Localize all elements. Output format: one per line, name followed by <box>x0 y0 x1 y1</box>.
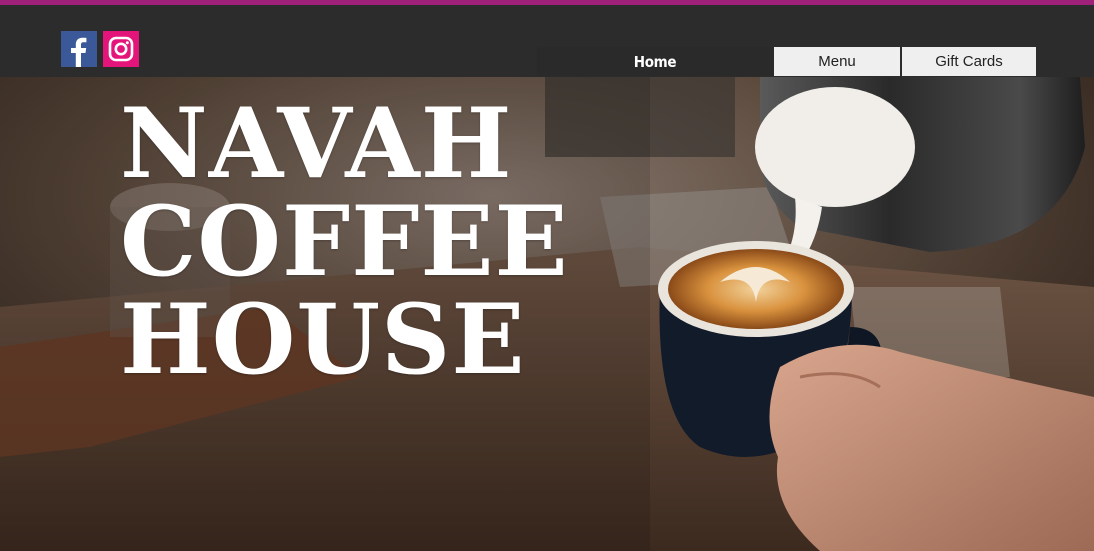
nav-home[interactable]: Home <box>537 47 773 76</box>
main-nav: Home Menu Gift Cards <box>537 47 1036 76</box>
instagram-icon[interactable] <box>103 31 139 67</box>
nav-gift-cards[interactable]: Gift Cards <box>902 47 1036 76</box>
hero-title: NAVAH COFFEE HOUSE <box>120 95 569 389</box>
nav-menu[interactable]: Menu <box>774 47 900 76</box>
hero-title-line-2: COFFEE <box>120 185 569 298</box>
hero-title-line-1: NAVAH <box>120 87 513 200</box>
facebook-icon[interactable] <box>61 31 97 67</box>
social-bar <box>61 31 139 67</box>
hero-title-line-3: HOUSE <box>120 283 526 396</box>
